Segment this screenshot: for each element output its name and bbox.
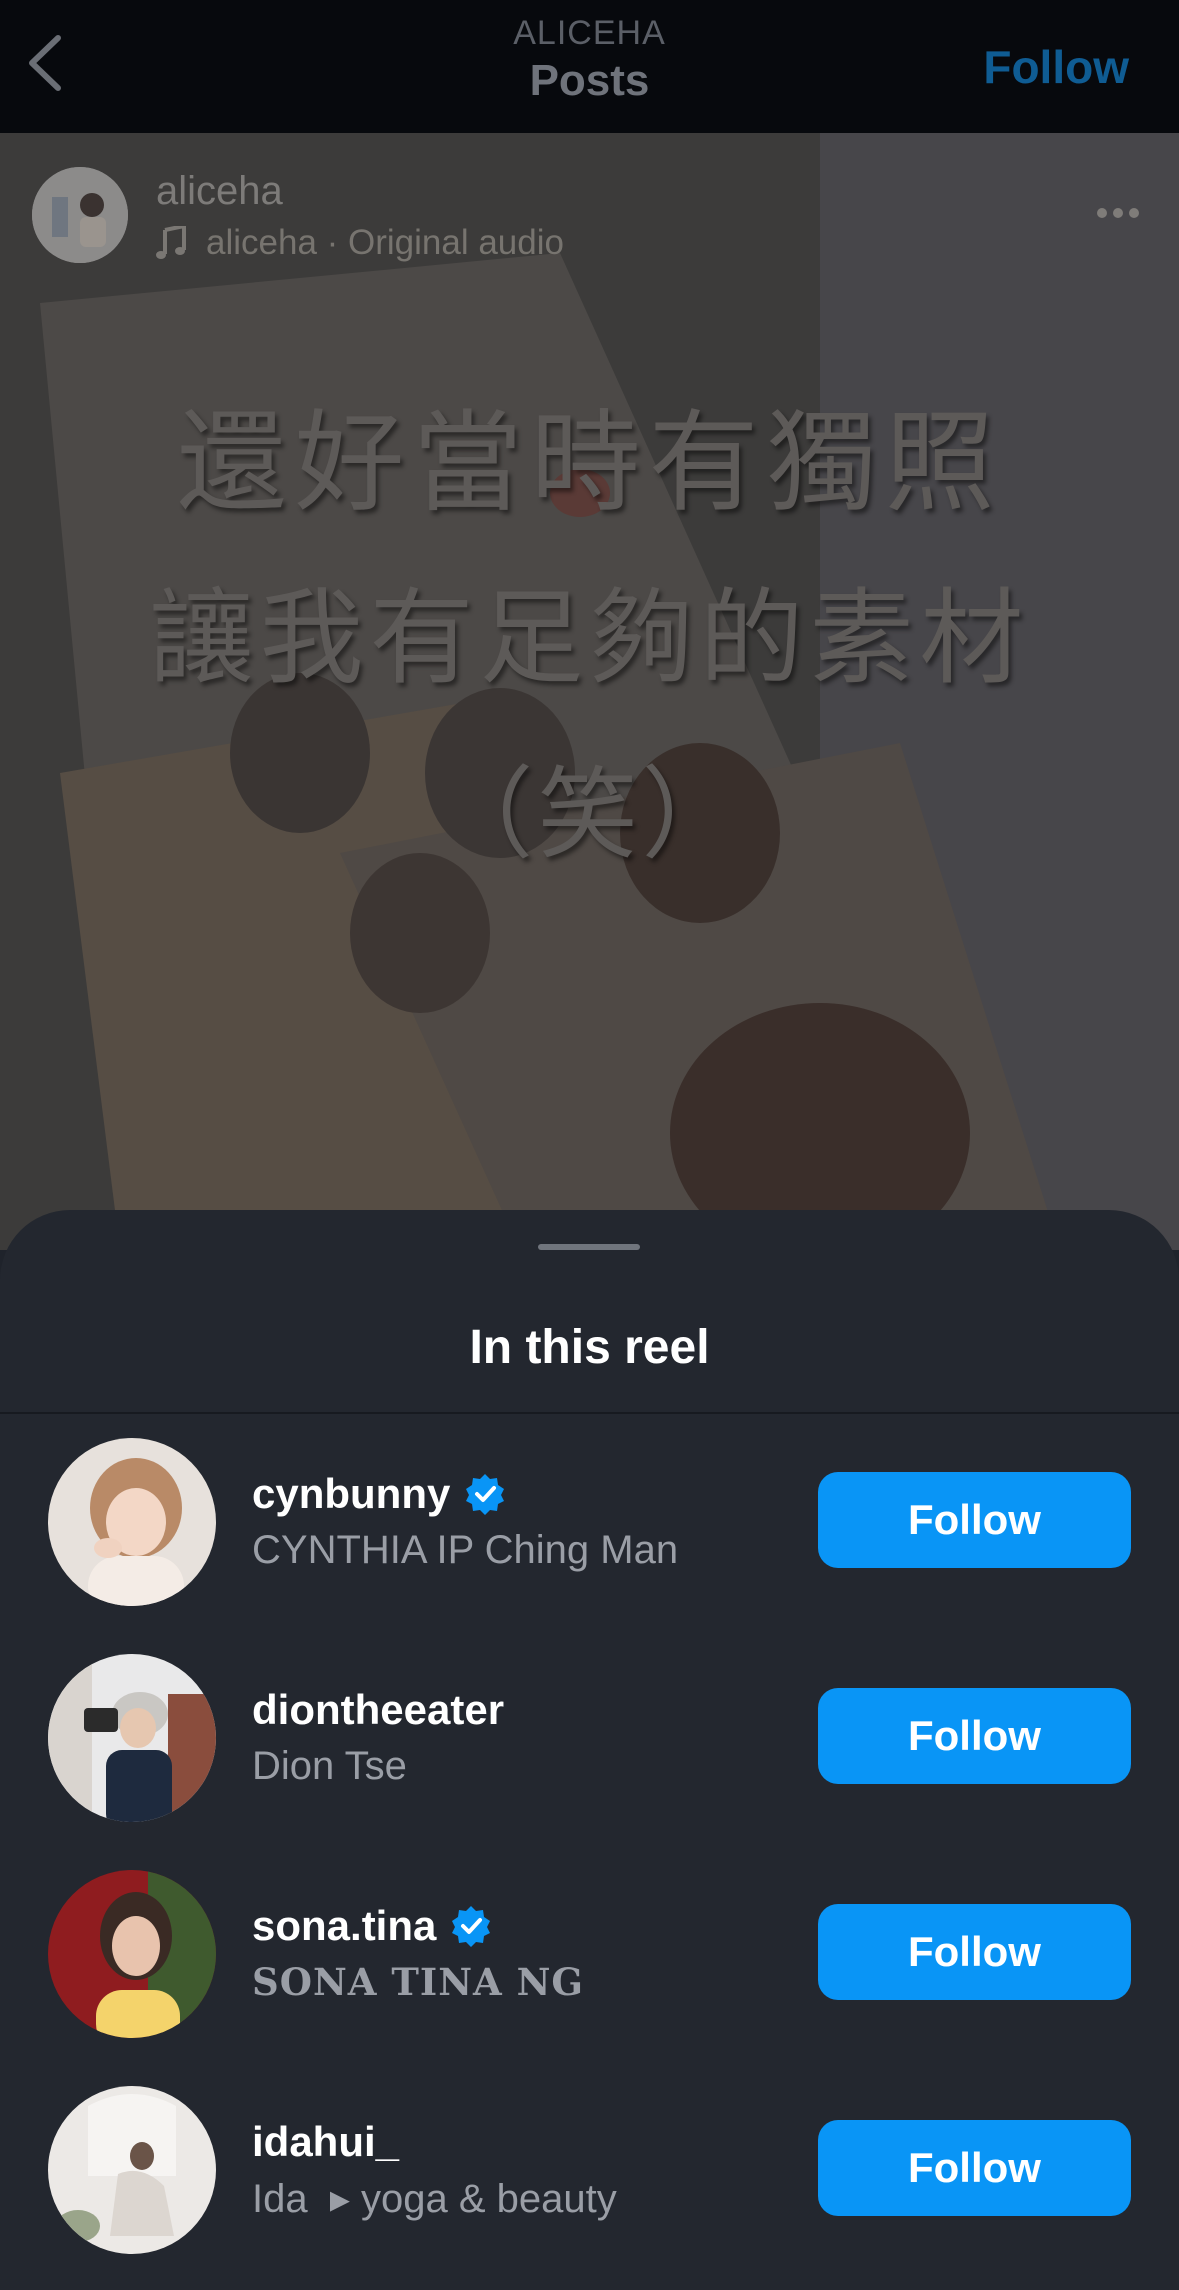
person-row: sona.tina SONA TINA NG Follow xyxy=(0,1870,1179,2086)
verified-badge-icon xyxy=(452,1906,491,1947)
person-username[interactable]: cynbunny xyxy=(252,1470,506,1518)
audio-row[interactable]: aliceha · Original audio xyxy=(156,221,564,265)
reel-media[interactable]: 還好當時有獨照 讓我有足夠的素材 （笑） aliceha aliceha · O… xyxy=(0,133,1179,1250)
person-row: idahui_ Ida ▸ yoga & beauty Follow xyxy=(0,2086,1179,2290)
username-text: idahui_ xyxy=(252,2118,400,2165)
avatar[interactable] xyxy=(48,2086,216,2254)
avatar[interactable] xyxy=(48,1870,216,2038)
header-follow-button[interactable]: Follow xyxy=(983,40,1129,94)
person-fullname: CYNTHIA IP Ching Man xyxy=(252,1528,679,1572)
person-row: cynbunny CYNTHIA IP Ching Man Follow xyxy=(0,1438,1179,1654)
username-text: cynbunny xyxy=(252,1470,451,1517)
follow-button[interactable]: Follow xyxy=(818,1688,1131,1784)
in-this-reel-sheet: In this reel cynbunny CYNTHIA IP Ching M… xyxy=(0,1210,1179,2290)
audio-label: aliceha · Original audio xyxy=(206,223,564,262)
avatar[interactable] xyxy=(48,1654,216,1822)
reel-caption-line-1: 還好當時有獨照 xyxy=(176,399,1003,527)
top-header: ALICEHA Posts Follow xyxy=(0,0,1179,133)
post-username[interactable]: aliceha xyxy=(156,169,283,214)
person-fullname: SONA TINA NG xyxy=(252,1960,585,2004)
person-username[interactable]: diontheeater xyxy=(252,1686,504,1734)
person-fullname: Ida ▸ yoga & beauty xyxy=(252,2177,617,2221)
person-fullname: Dion Tse xyxy=(252,1744,407,1788)
screen: ALICEHA Posts Follow 還好當時有獨照 讓我有足夠的素材 （笑… xyxy=(0,0,1179,2290)
follow-button[interactable]: Follow xyxy=(818,1472,1131,1568)
person-username[interactable]: sona.tina xyxy=(252,1902,492,1950)
sheet-title: In this reel xyxy=(469,1321,710,1374)
music-note-icon xyxy=(156,226,186,259)
post-header: aliceha aliceha · Original audio xyxy=(0,133,1179,263)
more-horizontal-icon[interactable] xyxy=(1091,205,1139,223)
avatar[interactable] xyxy=(48,1438,216,1606)
sheet-divider xyxy=(0,1412,1179,1414)
person-row: diontheeater Dion Tse Follow xyxy=(0,1654,1179,1870)
sheet-grabber[interactable] xyxy=(538,1244,640,1250)
username-text: diontheeater xyxy=(252,1686,505,1733)
verified-badge-icon xyxy=(466,1474,505,1515)
reel-caption-line-3: （笑） xyxy=(433,756,746,873)
follow-button[interactable]: Follow xyxy=(818,2120,1131,2216)
follow-button[interactable]: Follow xyxy=(818,1904,1131,2000)
person-username[interactable]: idahui_ xyxy=(252,2118,399,2166)
username-text: sona.tina xyxy=(252,1902,437,1949)
reel-caption-line-2: 讓我有足夠的素材 xyxy=(149,577,1030,699)
post-avatar[interactable] xyxy=(32,167,128,263)
